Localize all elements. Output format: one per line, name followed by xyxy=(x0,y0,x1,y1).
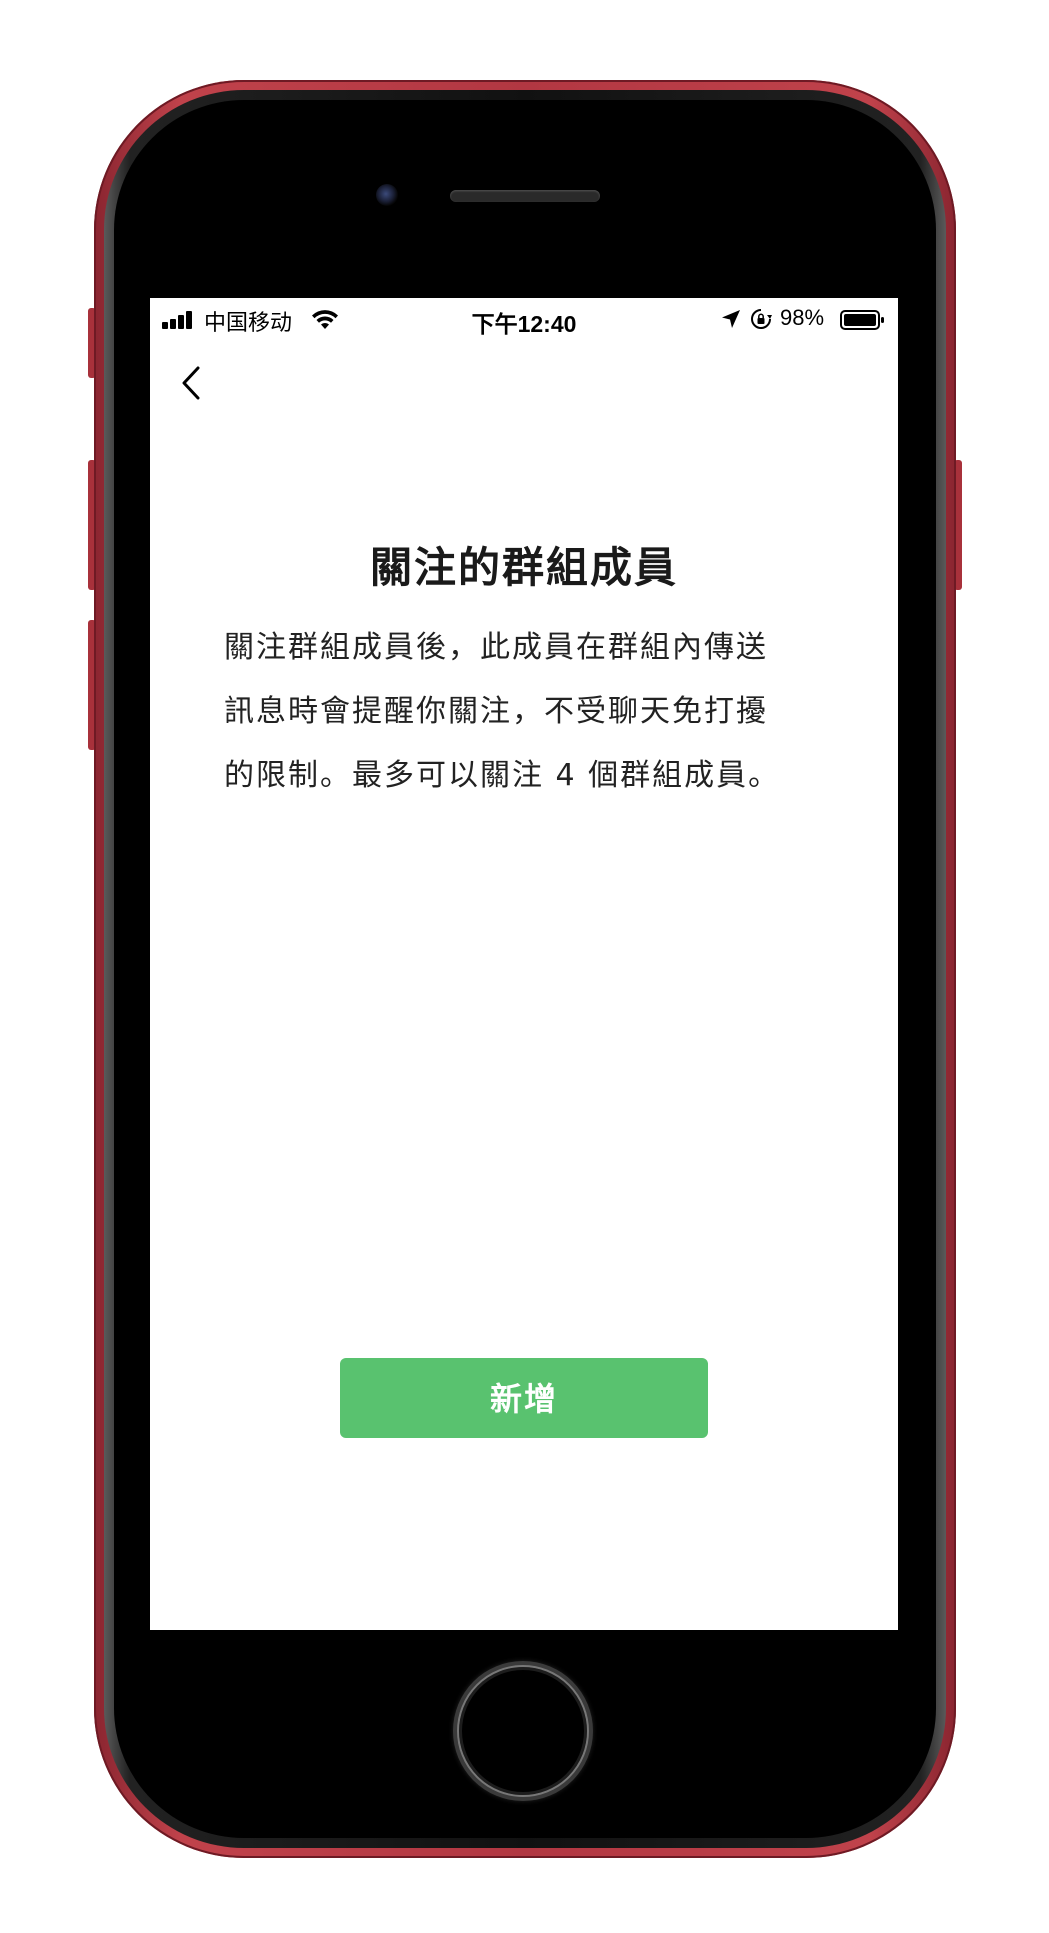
description-line: 的限制。最多可以關注 4 個群組成員。 xyxy=(224,758,781,793)
page-title: 關注的群組成員 xyxy=(369,543,678,592)
description-line: 關注群組成員後，此成員在群組內傳送 xyxy=(224,630,768,665)
status-bar: 中国移动 下午12:40 98% xyxy=(150,298,898,342)
screen: 中国移动 下午12:40 98% 關注的群組成員 關注群組成員後，此成員在群組內… xyxy=(150,298,898,1630)
add-button[interactable]: 新增 xyxy=(340,1358,708,1438)
stage: 中国移动 下午12:40 98% 關注的群組成員 關注群組成員後，此成員在群組內… xyxy=(0,0,1049,1933)
description-text: 關注群組成員後，此成員在群組內傳送 訊息時會提醒你關注，不受聊天免打擾 的限制。… xyxy=(224,616,824,808)
front-camera xyxy=(376,184,398,206)
location-arrow-icon xyxy=(722,310,740,328)
description-line: 訊息時會提醒你關注，不受聊天免打擾 xyxy=(224,694,768,729)
home-button[interactable] xyxy=(457,1665,589,1797)
rotation-lock-icon xyxy=(751,309,772,329)
earpiece-speaker xyxy=(450,190,600,202)
back-button[interactable] xyxy=(172,358,212,408)
battery-icon xyxy=(840,310,884,330)
chevron-left-icon xyxy=(182,366,200,400)
battery-percentage: 98% xyxy=(780,305,825,330)
